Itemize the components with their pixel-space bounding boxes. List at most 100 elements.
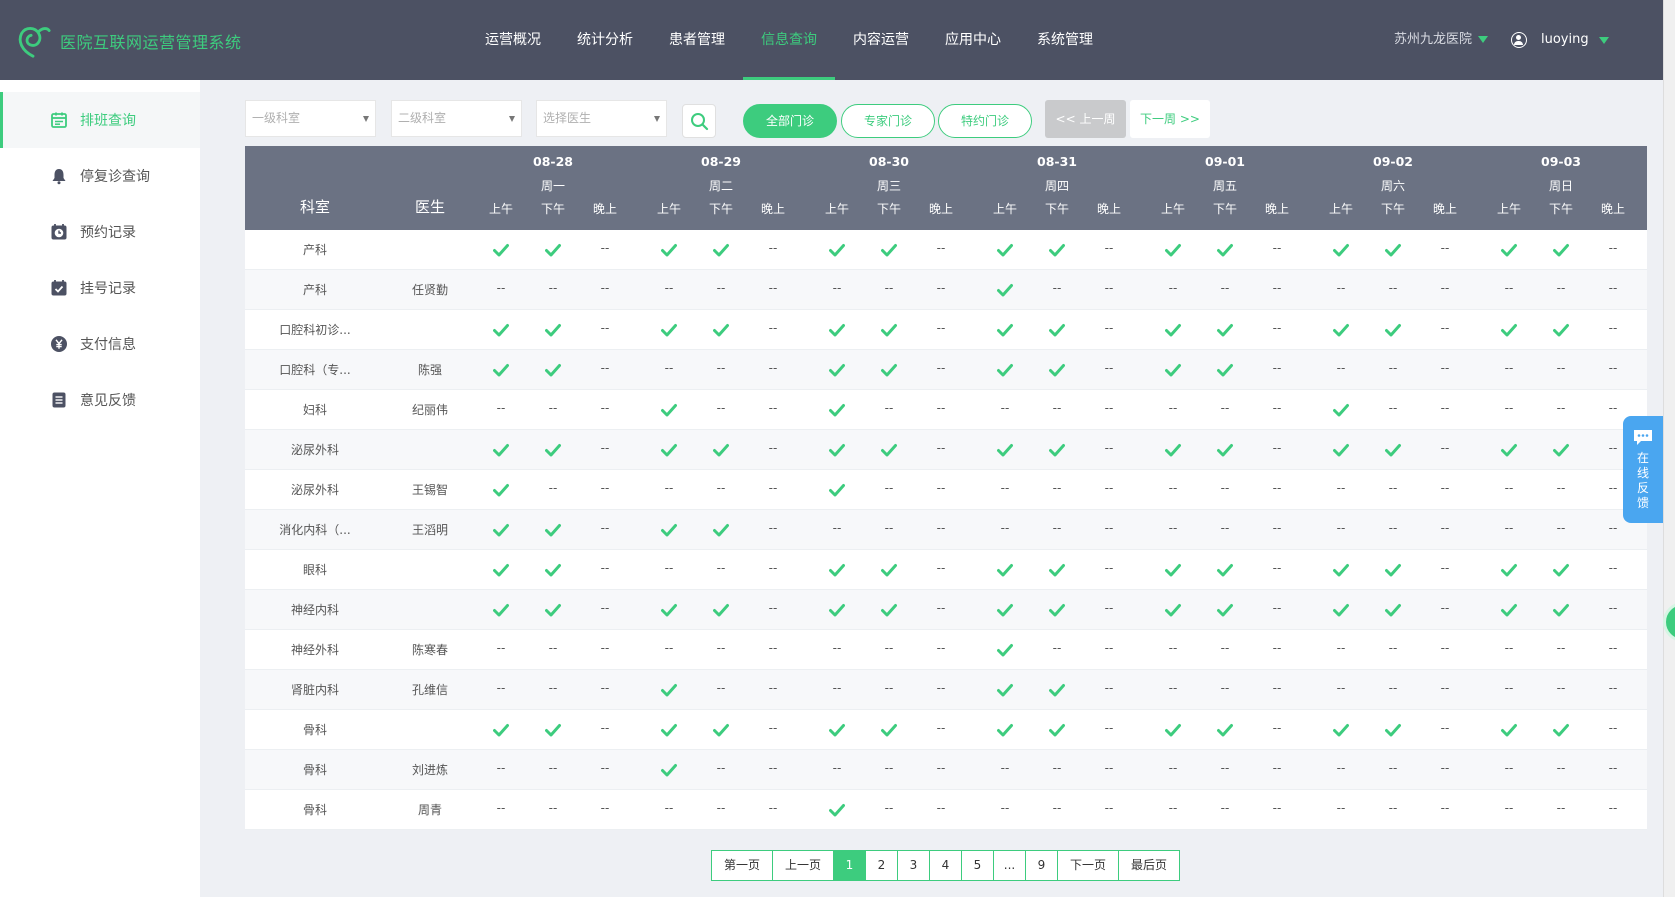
available-check-icon[interactable] (1147, 550, 1199, 590)
available-check-icon[interactable] (527, 510, 579, 550)
next-week-button[interactable]: 下一周 >> (1130, 100, 1210, 138)
user-menu[interactable]: luoying (1511, 0, 1609, 80)
available-check-icon[interactable] (527, 310, 579, 350)
available-check-icon[interactable] (863, 430, 915, 470)
available-check-icon[interactable] (1315, 310, 1367, 350)
available-check-icon[interactable] (643, 430, 695, 470)
available-check-icon[interactable] (1367, 430, 1419, 470)
available-check-icon[interactable] (1535, 550, 1587, 590)
available-check-icon[interactable] (863, 550, 915, 590)
available-check-icon[interactable] (475, 550, 527, 590)
available-check-icon[interactable] (695, 430, 747, 470)
available-check-icon[interactable] (1367, 710, 1419, 750)
available-check-icon[interactable] (475, 430, 527, 470)
available-check-icon[interactable] (643, 390, 695, 430)
available-check-icon[interactable] (1483, 310, 1535, 350)
available-check-icon[interactable] (1535, 710, 1587, 750)
available-check-icon[interactable] (863, 590, 915, 630)
available-check-icon[interactable] (811, 550, 863, 590)
available-check-icon[interactable] (527, 230, 579, 270)
available-check-icon[interactable] (1483, 710, 1535, 750)
available-check-icon[interactable] (1483, 590, 1535, 630)
available-check-icon[interactable] (979, 430, 1031, 470)
page-number-button[interactable]: ... (994, 851, 1026, 880)
available-check-icon[interactable] (1367, 230, 1419, 270)
available-check-icon[interactable] (1147, 350, 1199, 390)
available-check-icon[interactable] (475, 350, 527, 390)
sidebar-item[interactable]: 排班查询 (0, 92, 200, 148)
available-check-icon[interactable] (979, 670, 1031, 710)
nav-item[interactable]: 系统管理 (1019, 0, 1111, 80)
available-check-icon[interactable] (695, 710, 747, 750)
clinic-type-all[interactable]: 全部门诊 (743, 104, 837, 138)
page-number-button[interactable]: 5 (962, 851, 994, 880)
available-check-icon[interactable] (527, 550, 579, 590)
available-check-icon[interactable] (475, 590, 527, 630)
available-check-icon[interactable] (1315, 710, 1367, 750)
available-check-icon[interactable] (643, 710, 695, 750)
available-check-icon[interactable] (979, 310, 1031, 350)
available-check-icon[interactable] (1031, 230, 1083, 270)
available-check-icon[interactable] (979, 550, 1031, 590)
available-check-icon[interactable] (979, 270, 1031, 310)
available-check-icon[interactable] (1199, 310, 1251, 350)
nav-item[interactable]: 统计分析 (559, 0, 651, 80)
available-check-icon[interactable] (811, 470, 863, 510)
online-feedback-button[interactable]: 在线反馈 (1623, 416, 1663, 523)
sidebar-item[interactable]: 意见反馈 (0, 372, 200, 428)
available-check-icon[interactable] (1031, 430, 1083, 470)
available-check-icon[interactable] (1367, 590, 1419, 630)
prev-page-button[interactable]: 上一页 (773, 851, 834, 880)
page-number-button[interactable]: 4 (930, 851, 962, 880)
available-check-icon[interactable] (527, 350, 579, 390)
available-check-icon[interactable] (527, 590, 579, 630)
nav-item[interactable]: 信息查询 (743, 0, 835, 80)
available-check-icon[interactable] (475, 310, 527, 350)
sidebar-item[interactable]: 预约记录 (0, 204, 200, 260)
available-check-icon[interactable] (643, 310, 695, 350)
page-number-button[interactable]: 2 (866, 851, 898, 880)
available-check-icon[interactable] (863, 710, 915, 750)
sidebar-item[interactable]: 支付信息 (0, 316, 200, 372)
floating-badge[interactable] (1663, 602, 1675, 642)
available-check-icon[interactable] (811, 430, 863, 470)
available-check-icon[interactable] (1315, 550, 1367, 590)
available-check-icon[interactable] (811, 230, 863, 270)
available-check-icon[interactable] (475, 510, 527, 550)
available-check-icon[interactable] (643, 590, 695, 630)
available-check-icon[interactable] (527, 430, 579, 470)
nav-item[interactable]: 患者管理 (651, 0, 743, 80)
available-check-icon[interactable] (1535, 310, 1587, 350)
available-check-icon[interactable] (811, 710, 863, 750)
first-page-button[interactable]: 第一页 (712, 851, 773, 880)
available-check-icon[interactable] (1535, 430, 1587, 470)
available-check-icon[interactable] (1315, 230, 1367, 270)
available-check-icon[interactable] (1483, 430, 1535, 470)
available-check-icon[interactable] (1199, 350, 1251, 390)
available-check-icon[interactable] (695, 310, 747, 350)
available-check-icon[interactable] (1367, 550, 1419, 590)
available-check-icon[interactable] (1031, 670, 1083, 710)
available-check-icon[interactable] (1147, 430, 1199, 470)
available-check-icon[interactable] (1199, 590, 1251, 630)
available-check-icon[interactable] (1199, 430, 1251, 470)
available-check-icon[interactable] (811, 310, 863, 350)
available-check-icon[interactable] (1315, 590, 1367, 630)
available-check-icon[interactable] (475, 230, 527, 270)
available-check-icon[interactable] (695, 510, 747, 550)
available-check-icon[interactable] (1535, 230, 1587, 270)
nav-item[interactable]: 运营概况 (467, 0, 559, 80)
available-check-icon[interactable] (1147, 310, 1199, 350)
available-check-icon[interactable] (979, 710, 1031, 750)
available-check-icon[interactable] (979, 590, 1031, 630)
available-check-icon[interactable] (695, 230, 747, 270)
available-check-icon[interactable] (1031, 350, 1083, 390)
available-check-icon[interactable] (863, 350, 915, 390)
dept2-select[interactable]: 二级科室 (391, 100, 522, 137)
available-check-icon[interactable] (1315, 390, 1367, 430)
available-check-icon[interactable] (1535, 590, 1587, 630)
next-page-button[interactable]: 下一页 (1058, 851, 1119, 880)
available-check-icon[interactable] (1199, 710, 1251, 750)
available-check-icon[interactable] (979, 230, 1031, 270)
available-check-icon[interactable] (475, 710, 527, 750)
